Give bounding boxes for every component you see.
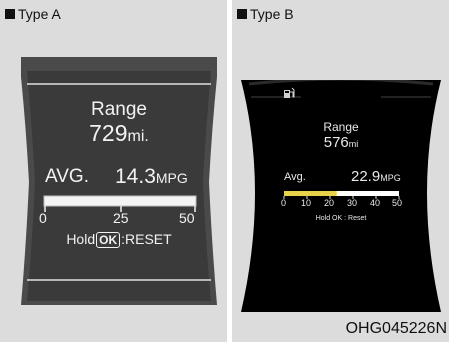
type-b-avg-readout: 22.9MPG: [351, 168, 401, 186]
ok-button-icon: OK: [96, 232, 121, 248]
type-a-reset-hint: Hold OK:RESET: [21, 231, 217, 248]
type-a-avg-value: 14.3: [115, 165, 156, 188]
type-b-display-frame: [241, 80, 441, 312]
type-a-range-label: Range: [91, 99, 147, 120]
type-b-label: Type B: [250, 6, 294, 22]
type-b-avg-label: Avg.: [284, 171, 306, 183]
type-a-panel: Type A Range 729mi. AVG. 14.3MPG 0 25 50: [0, 0, 227, 342]
type-b-range-unit: mi: [348, 139, 359, 149]
type-a-avg-unit: MPG: [155, 170, 188, 186]
square-bullet-icon: [5, 9, 15, 19]
type-a-gauge-tick: 50: [179, 210, 195, 226]
type-a-range-unit: mi.: [127, 128, 149, 145]
type-b-gauge-tick: 0: [281, 198, 287, 208]
type-b-gauge-tick: 10: [301, 198, 312, 208]
type-b-cluster-display: Range 576mi Avg. 22.9MPG 0 10 20 30 40 5…: [241, 80, 441, 315]
type-b-gauge-tick: 50: [392, 198, 403, 208]
type-a-reset-hold: Hold: [66, 231, 96, 247]
type-b-reset-hold: Hold: [315, 215, 331, 222]
type-b-gauge-fill: [284, 191, 337, 196]
type-a-range-readout: 729mi.: [21, 120, 217, 147]
type-b-gauge-tick: 30: [347, 198, 358, 208]
type-b-panel: Type B Range 576mi Avg. 22.9MPG 0 10 20 …: [232, 0, 449, 342]
type-a-gauge-tick: 0: [39, 210, 47, 226]
type-b-reset-text: : Reset: [344, 215, 367, 222]
type-b-avg-value: 22.9: [351, 168, 381, 185]
type-a-avg-readout: 14.3MPG: [115, 165, 188, 189]
type-b-heading: Type B: [237, 6, 294, 22]
type-a-reset-text: :RESET: [121, 231, 172, 247]
type-b-avg-unit: MPG: [380, 173, 401, 183]
type-b-range-readout: 576mi: [241, 134, 441, 152]
type-a-heading: Type A: [5, 6, 61, 22]
square-bullet-icon: [237, 9, 247, 19]
type-b-range-label: Range: [323, 120, 359, 134]
type-b-reset-hint: Hold OK : Reset: [241, 215, 441, 222]
ok-button-icon: OK: [332, 215, 343, 222]
type-a-gauge-tick: 25: [113, 210, 129, 226]
type-a-range-value: 729: [89, 120, 128, 146]
type-a-cluster-display: Range 729mi. AVG. 14.3MPG 0 25 50 Hold OK…: [21, 57, 217, 307]
type-b-gauge-tick: 20: [324, 198, 335, 208]
type-a-avg-label: AVG.: [45, 166, 89, 187]
type-b-gauge-tick: 40: [370, 198, 381, 208]
type-b-range-value: 576: [323, 134, 349, 151]
figure-code: OHG045226N: [345, 320, 447, 337]
type-a-label: Type A: [18, 6, 61, 22]
